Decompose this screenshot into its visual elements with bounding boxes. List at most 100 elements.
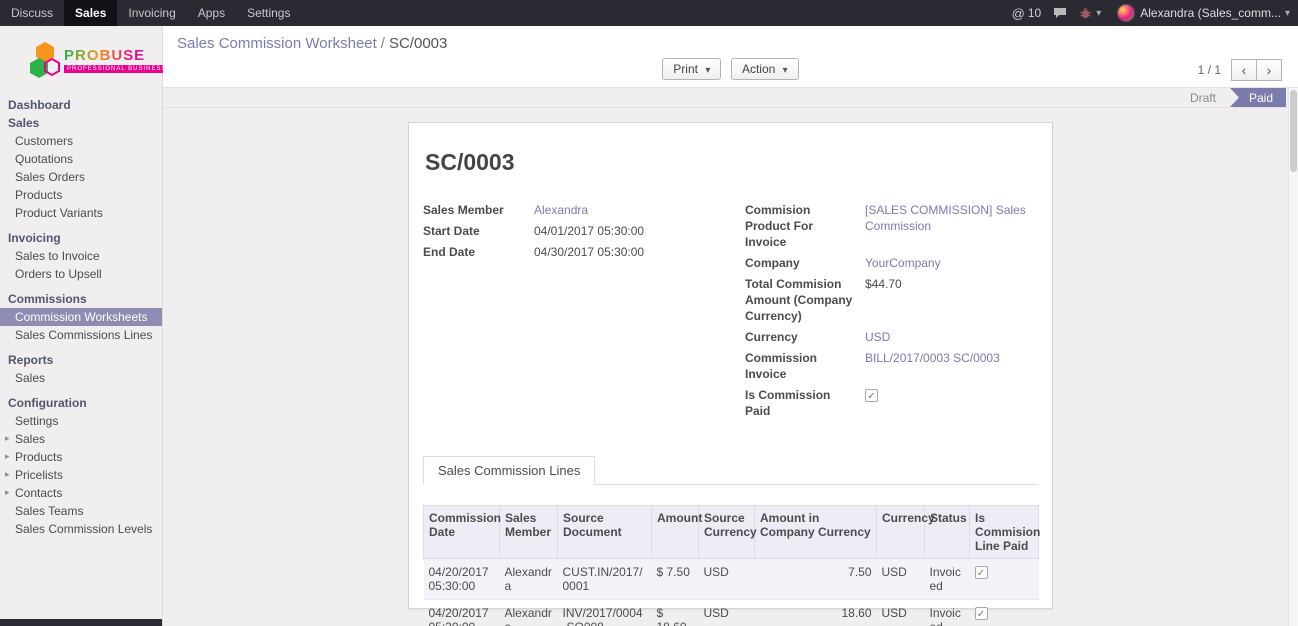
menu-invoicing[interactable]: Invoicing <box>117 0 186 26</box>
debug-menu[interactable]: ▾ <box>1079 7 1101 19</box>
status-strip: Draft Paid <box>163 88 1298 108</box>
action-button[interactable]: Action ▾ <box>731 58 799 80</box>
table-row[interactable]: 04/20/2017 05:30:00 Alexandra INV/2017/0… <box>424 600 1039 626</box>
field-label: Total Commision Amount (Company Currency… <box>745 276 865 324</box>
status-step-paid[interactable]: Paid <box>1230 88 1286 107</box>
cell-status: Invoiced <box>925 559 970 600</box>
sidebar-item-sales-commissions-lines[interactable]: Sales Commissions Lines <box>0 326 162 344</box>
field-start-date: Start Date 04/01/2017 05:30:00 <box>423 223 723 239</box>
cell-amount: $ 7.50 <box>652 559 699 600</box>
control-panel: Sales Commission Worksheet/SC/0003 Print… <box>163 26 1298 88</box>
sidebar-item-configuration[interactable]: Configuration <box>0 394 162 412</box>
cell-commission-date: 04/20/2017 05:30:00 <box>424 600 500 626</box>
currency-link[interactable]: USD <box>865 329 890 345</box>
col-status[interactable]: Status <box>925 506 970 559</box>
cell-source-currency: USD <box>699 600 755 626</box>
breadcrumb-separator: / <box>381 35 385 52</box>
logo-title: PROBUSE <box>64 47 169 64</box>
field-label: Commision Product For Invoice <box>745 202 865 250</box>
pager: 1 / 1 ‹ › <box>1198 59 1282 81</box>
sidebar-item-reports[interactable]: Reports <box>0 351 162 369</box>
status-step-draft[interactable]: Draft <box>1176 88 1230 107</box>
chevron-left-icon: ‹ <box>1242 62 1247 78</box>
field-sales-member: Sales Member Alexandra <box>423 202 723 218</box>
messages-menu[interactable] <box>1053 7 1067 19</box>
sidebar-item-invoicing[interactable]: Invoicing <box>0 229 162 247</box>
at-icon: @ <box>1012 6 1025 21</box>
cell-amount: $ 18.60 <box>652 600 699 626</box>
company-logo: PROBUSE PROFESSIONAL BUSINESS <box>0 26 162 90</box>
commission-invoice-link[interactable]: BILL/2017/0003 SC/0003 <box>865 350 1000 366</box>
sidebar-item-config-sales[interactable]: ▸ Sales <box>0 430 162 448</box>
menu-discuss[interactable]: Discuss <box>0 0 64 26</box>
company-link[interactable]: YourCompany <box>865 255 941 271</box>
cell-commission-date: 04/20/2017 05:30:00 <box>424 559 500 600</box>
caret-right-icon: ▸ <box>5 469 10 480</box>
caret-right-icon: ▸ <box>5 487 10 498</box>
cell-source-document: CUST.IN/2017/0001 <box>558 559 652 600</box>
sidebar-item-product-variants[interactable]: Product Variants <box>0 204 162 222</box>
sidebar-item-commission-worksheets[interactable]: Commission Worksheets <box>0 308 162 326</box>
col-amount[interactable]: Amount <box>652 506 699 559</box>
pager-value: 1 / 1 <box>1198 63 1221 77</box>
sidebar-item-label: Sales <box>15 432 45 446</box>
menu-sales[interactable]: Sales <box>64 0 117 26</box>
field-label: Company <box>745 255 865 271</box>
col-source-document[interactable]: Source Document <box>558 506 652 559</box>
sidebar-item-sales-to-invoice[interactable]: Sales to Invoice <box>0 247 162 265</box>
table-row[interactable]: 04/20/2017 05:30:00 Alexandra CUST.IN/20… <box>424 559 1039 600</box>
main-area: Sales Commission Worksheet/SC/0003 Print… <box>163 26 1298 626</box>
tab-sales-commission-lines[interactable]: Sales Commission Lines <box>423 456 595 485</box>
col-source-currency[interactable]: Source Currency <box>699 506 755 559</box>
is-commission-paid-checkbox: ✓ <box>865 389 878 402</box>
line-paid-checkbox: ✓ <box>975 566 988 579</box>
form-right-column: Commision Product For Invoice [SALES COM… <box>745 202 1038 424</box>
sidebar-item-reports-sales[interactable]: Sales <box>0 369 162 387</box>
sidebar-item-quotations[interactable]: Quotations <box>0 150 162 168</box>
breadcrumb: Sales Commission Worksheet/SC/0003 <box>163 26 1298 52</box>
col-sales-member[interactable]: Sales Member <box>500 506 558 559</box>
commission-product-link[interactable]: [SALES COMMISSION] Sales Commission <box>865 202 1038 234</box>
col-currency[interactable]: Currency <box>877 506 925 559</box>
avatar <box>1117 4 1135 22</box>
col-amount-company-currency[interactable]: Amount in Company Currency <box>755 506 877 559</box>
mention-count: 10 <box>1028 6 1041 20</box>
pager-previous-button[interactable]: ‹ <box>1231 59 1257 81</box>
sidebar-item-pricelists[interactable]: ▸ Pricelists <box>0 466 162 484</box>
sidebar-item-commissions[interactable]: Commissions <box>0 290 162 308</box>
breadcrumb-parent-link[interactable]: Sales Commission Worksheet <box>177 35 377 52</box>
cell-line-paid: ✓ <box>970 559 1039 600</box>
sidebar-item-sales-orders[interactable]: Sales Orders <box>0 168 162 186</box>
field-label: Sales Member <box>423 202 534 218</box>
pager-next-button[interactable]: › <box>1256 59 1282 81</box>
col-commission-date[interactable]: Commission Date <box>424 506 500 559</box>
scrollbar-thumb[interactable] <box>1290 90 1297 172</box>
sidebar-item-customers[interactable]: Customers <box>0 132 162 150</box>
print-button[interactable]: Print ▾ <box>662 58 721 80</box>
cell-line-paid: ✓ <box>970 600 1039 626</box>
sidebar-item-orders-to-upsell[interactable]: Orders to Upsell <box>0 265 162 283</box>
sidebar-item-settings[interactable]: Settings <box>0 412 162 430</box>
sidebar-item-sales-teams[interactable]: Sales Teams <box>0 502 162 520</box>
sidebar-item-sales-commission-levels[interactable]: Sales Commission Levels <box>0 520 162 538</box>
sidebar-item-label: Pricelists <box>15 468 63 482</box>
user-menu[interactable]: Alexandra (Sales_comm... ▾ <box>1107 4 1290 22</box>
sidebar-item-config-products[interactable]: ▸ Products <box>0 448 162 466</box>
field-commission-invoice: Commission Invoice BILL/2017/0003 SC/000… <box>745 350 1038 382</box>
sidebar-item-contacts[interactable]: ▸ Contacts <box>0 484 162 502</box>
check-icon: ✓ <box>867 391 875 402</box>
cell-currency: USD <box>877 600 925 626</box>
mentions-menu[interactable]: @ 10 <box>1012 6 1042 21</box>
scrollbar[interactable] <box>1288 88 1298 626</box>
field-label: Commission Invoice <box>745 350 865 382</box>
bug-icon <box>1079 7 1092 19</box>
sidebar-item-dashboard[interactable]: Dashboard <box>0 96 162 114</box>
sales-member-link[interactable]: Alexandra <box>534 202 588 218</box>
cell-company-amount: 18.60 <box>755 600 877 626</box>
sidebar-item-products[interactable]: Products <box>0 186 162 204</box>
col-is-commission-line-paid[interactable]: Is Commision Line Paid <box>970 506 1039 559</box>
menu-apps[interactable]: Apps <box>187 0 236 26</box>
sidebar-item-label: Products <box>15 450 62 464</box>
menu-settings[interactable]: Settings <box>236 0 301 26</box>
sidebar-item-sales[interactable]: Sales <box>0 114 162 132</box>
